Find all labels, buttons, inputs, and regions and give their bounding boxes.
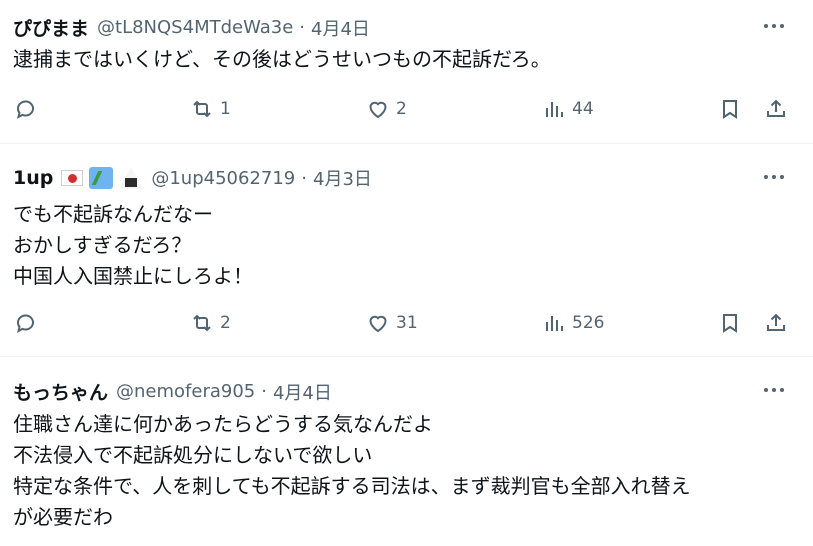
reply-icon bbox=[16, 314, 34, 333]
tweet-text-line: 中国人入国禁止にしろよ！ bbox=[13, 264, 253, 288]
separator-dot: · bbox=[301, 167, 307, 189]
tweet-card[interactable]: もっちゃん @nemofera905 · 4月4日 住職さん達に何かあったらどう… bbox=[0, 357, 813, 546]
tweet-text-line: が必要だわ bbox=[13, 505, 113, 529]
bookmark-button[interactable] bbox=[718, 94, 742, 124]
share-icon bbox=[767, 99, 785, 117]
tweet-text: 住職さん達に何かあったらどうする気なんだよ 不法侵入で不起訴処分にしないで欲しい… bbox=[13, 409, 691, 533]
heart-icon bbox=[369, 101, 387, 119]
tweet-text-line: 不法侵入で不起訴処分にしないで欲しい bbox=[13, 443, 373, 467]
repost-button[interactable]: 2 bbox=[190, 308, 231, 338]
reply-button[interactable] bbox=[14, 94, 38, 124]
bookmark-icon bbox=[723, 100, 737, 119]
author-name[interactable]: 1up bbox=[13, 167, 53, 189]
like-button[interactable]: 31 bbox=[366, 308, 418, 338]
views-count: 44 bbox=[572, 99, 594, 119]
views-icon bbox=[546, 102, 563, 117]
like-button[interactable]: 2 bbox=[366, 94, 407, 124]
repost-icon bbox=[193, 314, 211, 332]
bookmark-button[interactable] bbox=[718, 308, 742, 338]
views-button[interactable]: 44 bbox=[542, 94, 594, 124]
bookmark-icon bbox=[723, 314, 737, 333]
japan-map-icon bbox=[89, 167, 114, 189]
tweet-card[interactable]: 1up @1up45062719 · 4月3日 でも不起訴なんだなー おかしすぎ… bbox=[0, 144, 813, 357]
post-date[interactable]: 4月4日 bbox=[311, 15, 370, 41]
author-name[interactable]: もっちゃん bbox=[13, 378, 108, 405]
share-button[interactable] bbox=[764, 308, 788, 338]
tweet-card[interactable]: ぴぴまま @tL8NQS4MTdeWa3e · 4月4日 逮捕まではいくけど、そ… bbox=[0, 0, 813, 144]
author-handle[interactable]: @1up45062719 bbox=[151, 168, 295, 189]
share-icon bbox=[767, 313, 785, 331]
views-button[interactable]: 526 bbox=[542, 308, 604, 338]
action-bar: 1 2 44 bbox=[0, 94, 813, 124]
tweet-text-line: 住職さん達に何かあったらどうする気なんだよ bbox=[13, 412, 433, 436]
reply-icon bbox=[16, 100, 34, 119]
repost-button[interactable]: 1 bbox=[190, 94, 231, 124]
tweet-header: ぴぴまま @tL8NQS4MTdeWa3e · 4月4日 bbox=[13, 14, 370, 41]
like-count: 2 bbox=[396, 99, 407, 119]
tweet-text-line: 逮捕まではいくけど、その後はどうせいつもの不起訴だろ。 bbox=[13, 47, 551, 71]
heart-icon bbox=[369, 315, 387, 333]
author-handle[interactable]: @nemofera905 bbox=[116, 381, 255, 402]
more-icon[interactable] bbox=[759, 167, 789, 187]
action-bar: 2 31 526 bbox=[0, 308, 813, 338]
separator-dot: · bbox=[261, 381, 267, 402]
japan-flag-icon bbox=[61, 170, 84, 186]
more-icon[interactable] bbox=[759, 380, 789, 400]
tweet-text-line: でも不起訴なんだなー bbox=[13, 202, 213, 226]
post-date[interactable]: 4月3日 bbox=[313, 165, 372, 191]
separator-dot: · bbox=[299, 17, 306, 38]
more-icon[interactable] bbox=[759, 16, 789, 36]
author-handle[interactable]: @tL8NQS4MTdeWa3e bbox=[97, 17, 293, 38]
reply-button[interactable] bbox=[14, 308, 38, 338]
tweet-text: でも不起訴なんだなー おかしすぎるだろ？ 中国人入国禁止にしろよ！ bbox=[13, 199, 253, 292]
tweet-header: もっちゃん @nemofera905 · 4月4日 bbox=[13, 378, 332, 405]
onigiri-icon bbox=[119, 167, 144, 189]
tweet-text: 逮捕まではいくけど、その後はどうせいつもの不起訴だろ。 bbox=[13, 44, 551, 75]
views-icon bbox=[546, 316, 563, 331]
tweet-header: 1up @1up45062719 · 4月3日 bbox=[13, 165, 372, 191]
repost-count: 1 bbox=[220, 99, 231, 119]
repost-count: 2 bbox=[220, 313, 231, 333]
repost-icon bbox=[193, 100, 211, 118]
post-date[interactable]: 4月4日 bbox=[273, 379, 332, 405]
tweet-text-line: おかしすぎるだろ？ bbox=[13, 233, 192, 257]
share-button[interactable] bbox=[764, 94, 788, 124]
author-name[interactable]: ぴぴまま bbox=[13, 14, 89, 41]
like-count: 31 bbox=[396, 313, 418, 333]
views-count: 526 bbox=[572, 313, 605, 333]
tweet-text-line: 特定な条件で、人を刺しても不起訴する司法は、まず裁判官も全部入れ替え bbox=[13, 474, 691, 498]
